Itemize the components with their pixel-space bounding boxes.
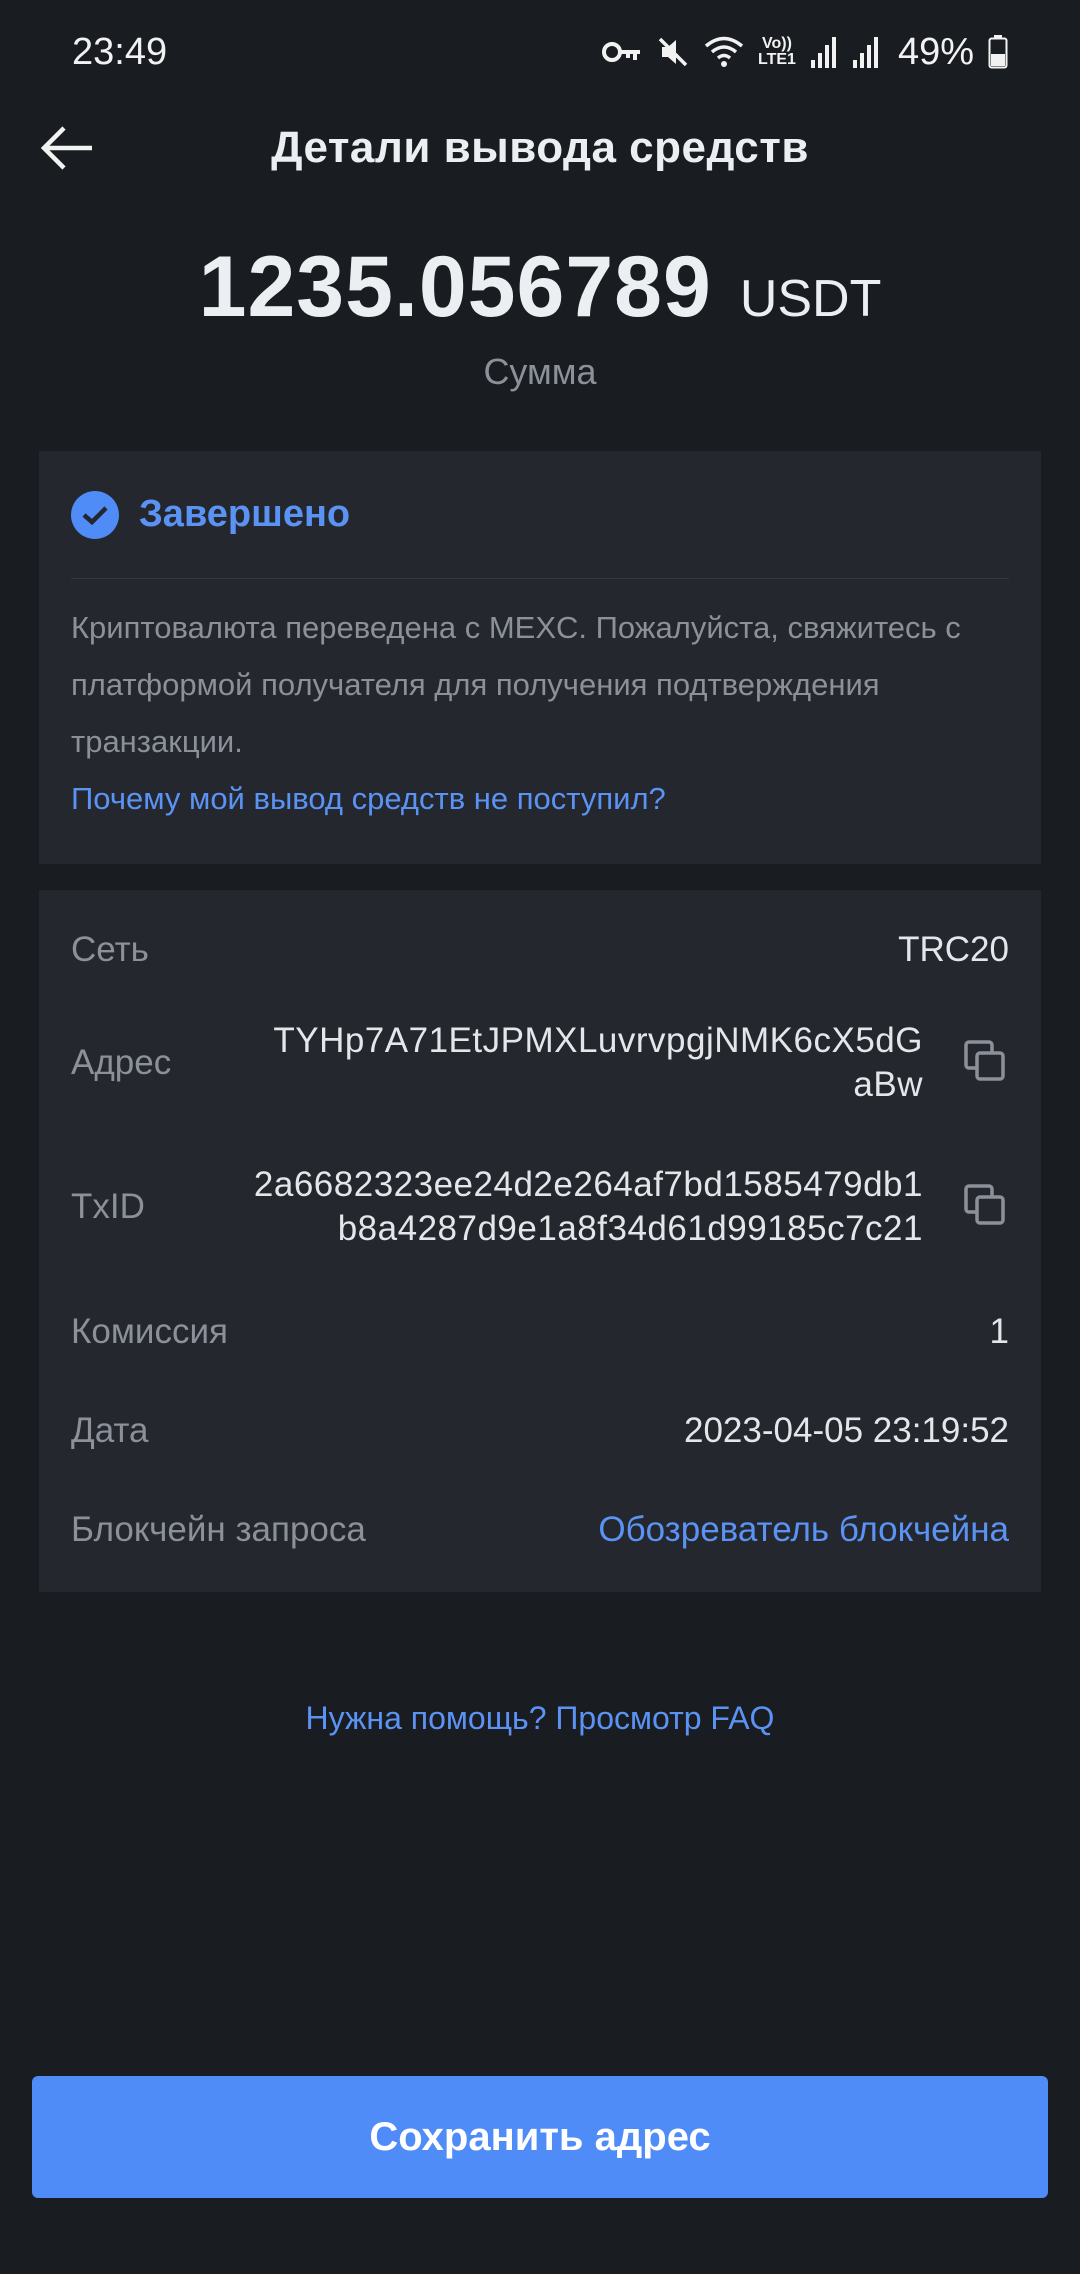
status-bar: 23:49 Vo)) LTE1 49% [0, 0, 1080, 104]
amount-label: Сумма [483, 351, 597, 392]
address-label: Адрес [71, 1043, 172, 1082]
blockchain-row: Блокчейн запроса Обозреватель блокчейна [71, 1500, 1009, 1560]
details-card: Сеть TRC20 Адрес TYHp7A71EtJPMXLuvrvpgjN… [39, 890, 1041, 1592]
back-button[interactable] [36, 118, 100, 182]
amount-currency: USDT [739, 270, 882, 328]
date-value: 2023-04-05 23:19:52 [684, 1411, 1009, 1450]
date-label: Дата [71, 1411, 149, 1450]
txid-value: 2a6682323ee24d2e264af7bd1585479db1 b8a42… [254, 1163, 923, 1251]
battery-icon [988, 35, 1008, 69]
date-row: Дата 2023-04-05 23:19:52 [71, 1401, 1009, 1461]
amount-line: 1235.056789 USDT [0, 238, 1080, 337]
check-circle-icon [71, 490, 119, 539]
address-value-group: TYHp7A71EtJPMXLuvrvpgjNMK6cX5dG aBw [273, 1019, 1009, 1107]
mute-icon [656, 35, 690, 69]
network-label: Сеть [71, 930, 149, 969]
fee-label: Комиссия [71, 1312, 228, 1351]
header: Детали вывода средств [0, 104, 1080, 192]
txid-line-2: b8a4287d9e1a8f34d61d99185c7c21 [337, 1209, 923, 1248]
txid-value-group: 2a6682323ee24d2e264af7bd1585479db1 b8a42… [254, 1163, 1009, 1251]
status-label: Завершено [139, 493, 351, 535]
why-not-received-link[interactable]: Почему мой вывод средств не поступил? [71, 770, 1009, 827]
copy-txid-button[interactable] [961, 1183, 1009, 1231]
network-value: TRC20 [898, 930, 1009, 969]
signal-icon [810, 36, 838, 68]
status-time: 23:49 [72, 30, 168, 73]
arrow-left-icon [40, 124, 96, 177]
amount-block: 1235.056789 USDT Сумма [0, 238, 1080, 393]
copy-address-button[interactable] [961, 1039, 1009, 1087]
copy-icon [963, 1039, 1007, 1088]
blockchain-label: Блокчейн запроса [71, 1510, 366, 1549]
battery-percent: 49% [897, 30, 974, 73]
wifi-icon [704, 35, 744, 69]
status-icons: Vo)) LTE1 49% [602, 31, 1008, 74]
address-row: Адрес TYHp7A71EtJPMXLuvrvpgjNMK6cX5dG aB… [71, 1018, 1009, 1108]
volte-icon: Vo)) LTE1 [758, 36, 796, 68]
blockchain-explorer-link[interactable]: Обозреватель блокчейна [598, 1510, 1009, 1550]
faq-link[interactable]: Нужна помощь? Просмотр FAQ [0, 1700, 1080, 1737]
status-description: Криптовалюта переведена с MEXC. Пожалуйс… [71, 610, 961, 759]
fee-row: Комиссия 1 [71, 1302, 1009, 1362]
signal-icon [852, 36, 880, 68]
txid-line-1: 2a6682323ee24d2e264af7bd1585479db1 [253, 1165, 923, 1204]
copy-icon [963, 1183, 1007, 1232]
status-card: Завершено Криптовалюта переведена с MEXC… [39, 451, 1041, 864]
status-head: Завершено [71, 451, 1009, 579]
volte-label: Vo)) [762, 35, 792, 52]
page-title: Детали вывода средств [271, 123, 809, 172]
address-line-1: TYHp7A71EtJPMXLuvrvpgjNMK6cX5dG [273, 1021, 923, 1060]
lte-label: LTE1 [758, 51, 796, 68]
address-value: TYHp7A71EtJPMXLuvrvpgjNMK6cX5dG aBw [273, 1019, 923, 1107]
vpn-key-icon [602, 40, 642, 64]
save-address-button[interactable]: Сохранить адрес [32, 2076, 1048, 2198]
fee-value: 1 [989, 1312, 1009, 1351]
amount-value: 1235.056789 [198, 239, 712, 335]
txid-row: TxID 2a6682323ee24d2e264af7bd1585479db1 … [71, 1162, 1009, 1252]
network-row: Сеть TRC20 [71, 920, 1009, 980]
txid-label: TxID [71, 1187, 145, 1226]
address-line-2: aBw [853, 1065, 923, 1104]
